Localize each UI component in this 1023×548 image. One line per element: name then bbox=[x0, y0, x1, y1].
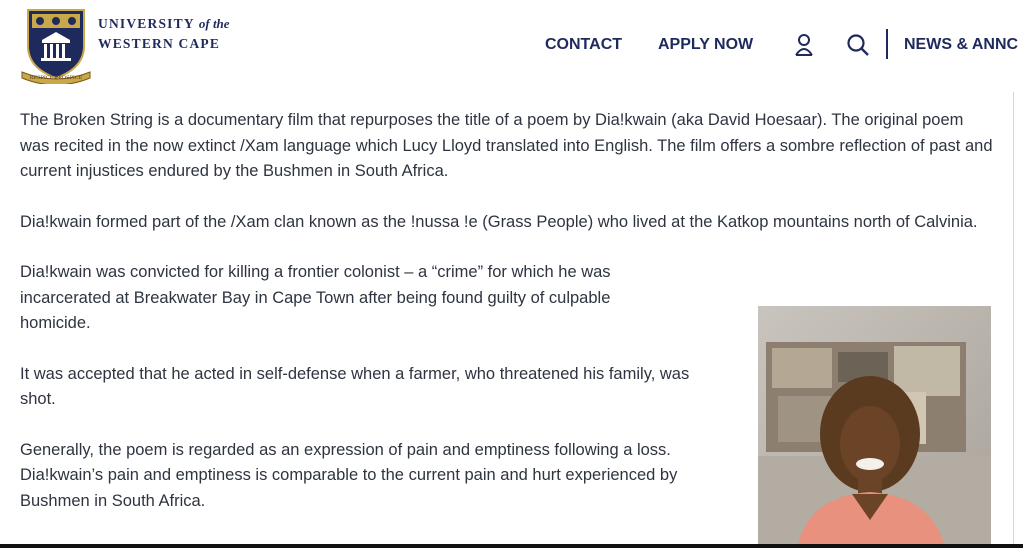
content-right-border bbox=[1013, 92, 1014, 544]
nav-contact-link[interactable]: CONTACT bbox=[545, 36, 622, 54]
motto-text: RESPICE PROSPICE bbox=[30, 75, 83, 81]
portrait-photo bbox=[758, 306, 991, 544]
university-crest-logo[interactable]: RESPICE PROSPICE bbox=[20, 6, 92, 84]
site-header: RESPICE PROSPICE UNIVERSITY of the WESTE… bbox=[0, 0, 1023, 92]
nav-divider bbox=[886, 29, 888, 59]
nav-news-link[interactable]: NEWS & ANNC bbox=[904, 36, 1018, 54]
logo-line1-italic: of the bbox=[198, 16, 230, 31]
article-paragraph: Dia!kwain formed part of the /Xam clan k… bbox=[20, 212, 978, 231]
article-paragraph: It was accepted that he acted in self-de… bbox=[20, 364, 690, 409]
bottom-edge-bar bbox=[0, 544, 1023, 548]
article-paragraph: The Broken String is a documentary film … bbox=[20, 111, 993, 180]
user-icon[interactable] bbox=[792, 31, 816, 59]
article-paragraph: Dia!kwain was convicted for killing a fr… bbox=[20, 263, 611, 332]
search-icon[interactable] bbox=[845, 31, 871, 59]
nav-apply-now-link[interactable]: APPLY NOW bbox=[658, 36, 753, 54]
article-paragraph: Generally, the poem is regarded as an ex… bbox=[20, 440, 678, 510]
logo-line1: UNIVERSITY bbox=[98, 16, 195, 31]
university-name[interactable]: UNIVERSITY of the WESTERN CAPE bbox=[98, 14, 230, 54]
logo-line2: WESTERN CAPE bbox=[98, 36, 221, 51]
